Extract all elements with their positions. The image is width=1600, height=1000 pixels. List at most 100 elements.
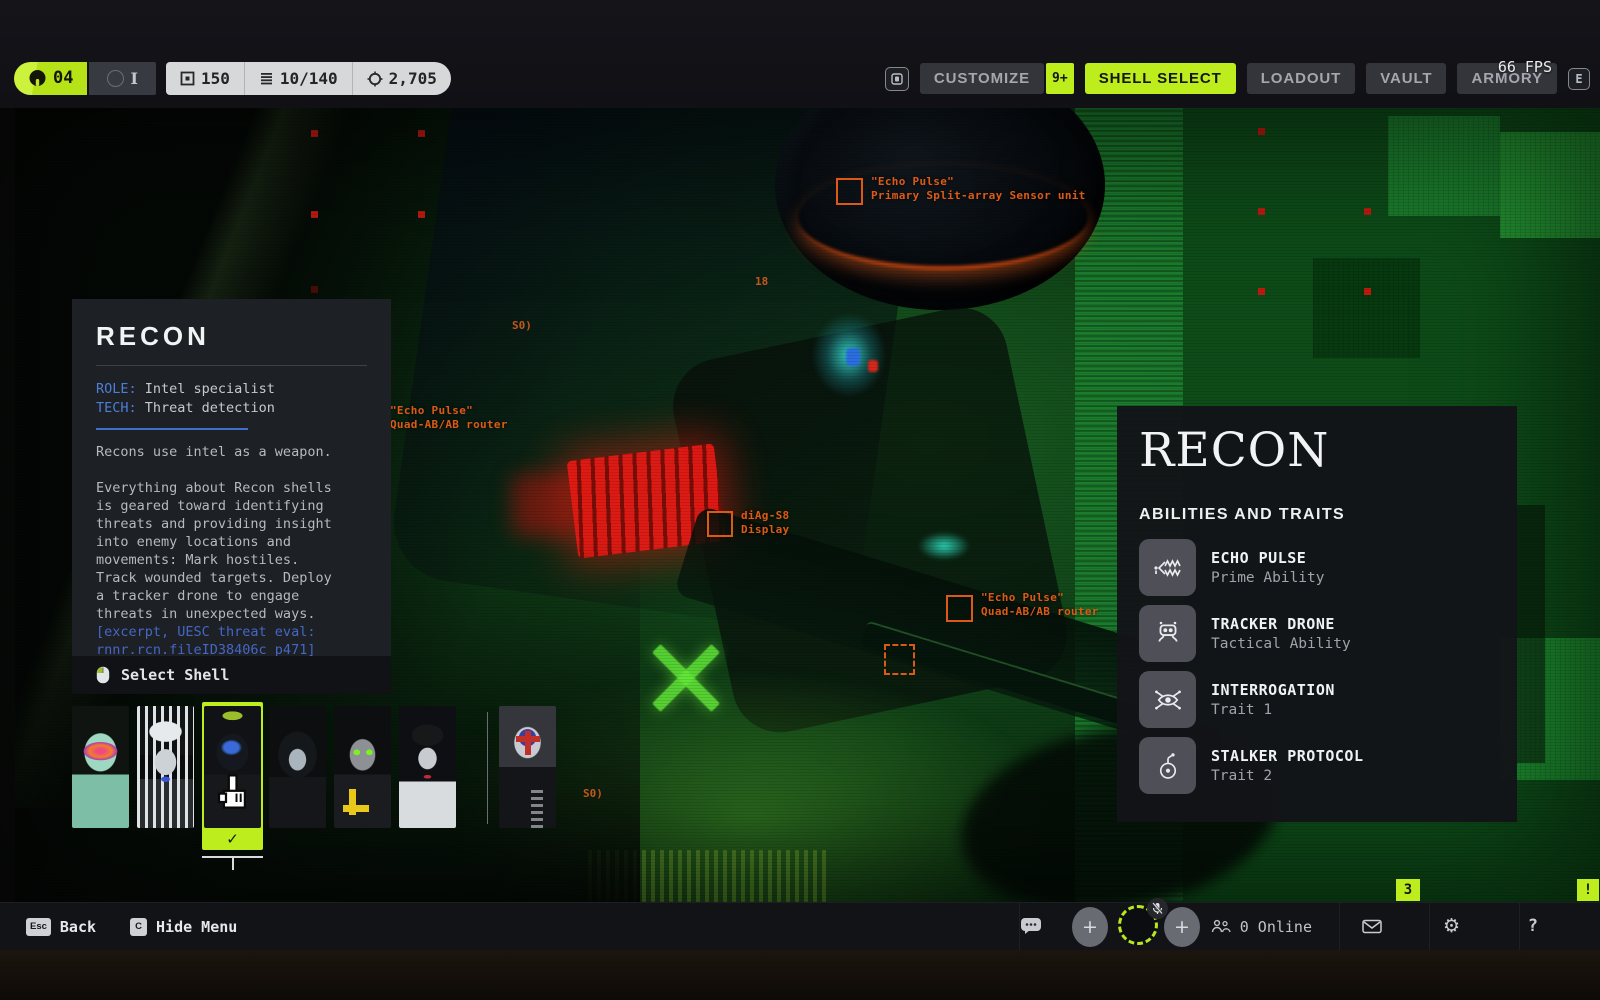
tracker-drone-icon bbox=[1139, 605, 1196, 662]
shell-thumbnail[interactable] bbox=[399, 706, 456, 828]
online-count: 0 Online bbox=[1240, 920, 1312, 935]
ability-type: Trait 2 bbox=[1211, 767, 1364, 786]
level-badge: 04 bbox=[14, 62, 87, 95]
ability-name: ECHO PULSE bbox=[1211, 548, 1325, 570]
annotation-line: Display bbox=[741, 523, 789, 537]
mail-count-badge: 3 bbox=[1396, 879, 1420, 901]
resource-value: 150 bbox=[201, 71, 230, 87]
annotation-text-sensor: "Echo Pulse" Primary Split-array Sensor … bbox=[871, 175, 1086, 203]
bottom-letterbox bbox=[0, 950, 1600, 1000]
tab-vault[interactable]: VAULT bbox=[1366, 63, 1446, 94]
ability-name: STALKER PROTOCOL bbox=[1211, 746, 1364, 768]
ability-text: ECHO PULSE Prime Ability bbox=[1211, 548, 1325, 589]
tab-customize[interactable]: CUSTOMIZE bbox=[920, 63, 1044, 94]
tech-row: TECH: Threat detection bbox=[96, 399, 367, 418]
alert-badge: ! bbox=[1577, 879, 1599, 901]
footer-left: Esc Back C Hide Menu bbox=[26, 903, 237, 951]
shell-info-panel: RECON ROLE: Intel specialist TECH: Threa… bbox=[72, 299, 391, 694]
blue-divider bbox=[96, 428, 248, 430]
online-status[interactable]: 0 Online bbox=[1211, 919, 1312, 935]
ability-text: STALKER PROTOCOL Trait 2 bbox=[1211, 746, 1364, 787]
shell-thumbnail[interactable] bbox=[72, 706, 129, 828]
thumbnail-divider bbox=[487, 712, 488, 824]
rank-circle-icon bbox=[107, 70, 124, 87]
footer-bar: Esc Back C Hide Menu + bbox=[0, 902, 1600, 950]
hide-menu-label: Hide Menu bbox=[156, 920, 237, 935]
shell-thumbnail-special[interactable] bbox=[499, 706, 556, 828]
shell-thumbnail[interactable] bbox=[269, 706, 326, 828]
shell-thumbnail-selected[interactable]: ✓ bbox=[202, 702, 263, 850]
hand-cursor-icon bbox=[216, 774, 250, 821]
volume-up-button[interactable]: + bbox=[1164, 907, 1200, 947]
ability-row[interactable]: INTERROGATION Trait 1 bbox=[1139, 671, 1495, 728]
resource-value: 2,705 bbox=[389, 71, 437, 87]
annotation-line: "Echo Pulse" bbox=[981, 591, 1099, 605]
resources-pill: 150 10/140 2,705 bbox=[166, 62, 451, 95]
tab-loadout[interactable]: LOADOUT bbox=[1247, 63, 1355, 94]
scene-left-strip bbox=[0, 108, 15, 902]
annotation-line: Primary Split-array Sensor unit bbox=[871, 189, 1086, 203]
volume-down-button[interactable]: + bbox=[1072, 907, 1108, 947]
role-row: ROLE: Intel specialist bbox=[96, 380, 367, 399]
tech-value: Threat detection bbox=[145, 400, 275, 416]
hide-menu-button[interactable]: C Hide Menu bbox=[130, 918, 237, 936]
interrogation-icon bbox=[1139, 671, 1196, 728]
esc-keycap: Esc bbox=[26, 918, 51, 936]
calibration-marker bbox=[311, 211, 318, 218]
ability-text: INTERROGATION Trait 1 bbox=[1211, 680, 1335, 721]
shell-thumbnail[interactable] bbox=[334, 706, 391, 828]
ability-row[interactable]: STALKER PROTOCOL Trait 2 bbox=[1139, 737, 1495, 794]
select-shell-button[interactable]: Select Shell bbox=[72, 656, 391, 694]
annotation-text-display: diAg-S8 Display bbox=[741, 509, 789, 537]
abilities-panel: RECON ABILITIES AND TRAITS ECHO PULSE Pr… bbox=[1117, 406, 1517, 822]
ability-row[interactable]: ECHO PULSE Prime Ability bbox=[1139, 539, 1495, 596]
stack-icon bbox=[259, 71, 274, 86]
calibration-marker bbox=[418, 130, 425, 137]
annotation-box-dashed bbox=[884, 644, 915, 675]
shell-select-screen: "Echo Pulse" Primary Split-array Sensor … bbox=[0, 0, 1600, 1000]
edit-key-hint: E bbox=[1568, 68, 1590, 90]
select-shell-label: Select Shell bbox=[121, 668, 229, 683]
resource-ammo: 10/140 bbox=[244, 62, 352, 95]
abilities-section-title: ABILITIES AND TRAITS bbox=[1139, 507, 1495, 523]
shell-name-title: RECON bbox=[96, 323, 367, 349]
ability-name: INTERROGATION bbox=[1211, 680, 1335, 702]
annotation-label: 18 bbox=[755, 276, 768, 287]
ability-list: ECHO PULSE Prime Ability bbox=[1139, 539, 1495, 794]
customize-grid-icon[interactable] bbox=[885, 67, 909, 91]
ability-type: Trait 1 bbox=[1211, 701, 1335, 720]
footer-divider bbox=[1429, 903, 1430, 951]
calibration-marker bbox=[1364, 288, 1371, 295]
divider bbox=[96, 365, 367, 366]
coin-icon bbox=[367, 71, 383, 87]
resource-parts: 150 bbox=[166, 62, 244, 95]
role-label: ROLE: bbox=[96, 381, 137, 397]
c-keycap: C bbox=[130, 918, 147, 936]
ability-row[interactable]: TRACKER DRONE Tactical Ability bbox=[1139, 605, 1495, 662]
calibration-marker bbox=[1258, 128, 1265, 135]
part-icon bbox=[180, 71, 195, 86]
scene-red-detail bbox=[868, 360, 878, 372]
scene-red-glow-soft bbox=[512, 474, 578, 536]
tab-shell-select[interactable]: SHELL SELECT bbox=[1085, 63, 1236, 94]
hud-status-pill: 04 I 150 10/140 bbox=[14, 62, 451, 95]
help-icon[interactable]: ? bbox=[1528, 918, 1538, 935]
selected-tick bbox=[232, 856, 234, 870]
rank-value: I bbox=[130, 71, 137, 87]
calibration-marker bbox=[1364, 208, 1371, 215]
shell-tagline: Recons use intel as a weapon. bbox=[96, 443, 344, 461]
shell-thumbnail[interactable] bbox=[137, 706, 194, 828]
annotation-line: diAg-S8 bbox=[741, 509, 789, 523]
shell-excerpt-link: [excerpt, UESC threat eval: rnnr.rcn.fil… bbox=[96, 623, 344, 659]
shell-class-title: RECON bbox=[1139, 426, 1495, 475]
footer-right: + + bbox=[1000, 903, 1600, 951]
annotation-label: S0) bbox=[583, 788, 603, 799]
mail-icon[interactable] bbox=[1362, 919, 1382, 934]
chat-icon[interactable] bbox=[1020, 917, 1042, 935]
voice-avatar[interactable] bbox=[1118, 905, 1158, 945]
customize-group: CUSTOMIZE 9+ bbox=[920, 63, 1074, 94]
back-button[interactable]: Esc Back bbox=[26, 918, 96, 936]
settings-gear-icon[interactable]: ⚙ bbox=[1443, 917, 1460, 936]
annotation-line: "Echo Pulse" bbox=[871, 175, 1086, 189]
calibration-marker bbox=[311, 130, 318, 137]
